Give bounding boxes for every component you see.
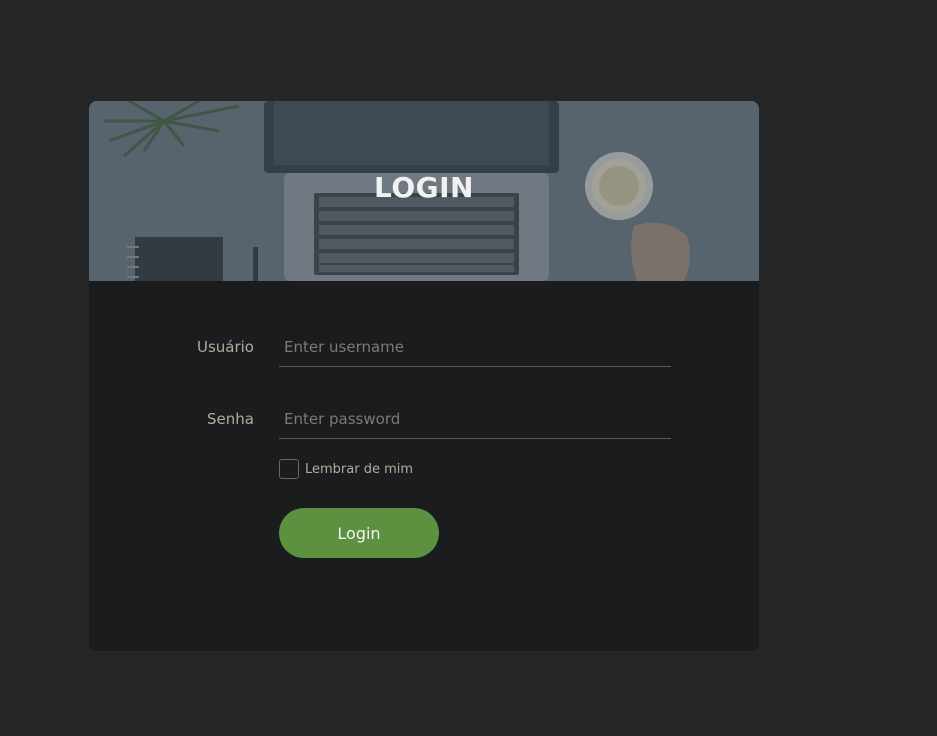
page-title: LOGIN: [374, 171, 474, 204]
remember-me-label[interactable]: Lembrar de mim: [305, 462, 413, 477]
username-label: Usuário: [196, 338, 254, 356]
login-card: LOGIN Usuário Senha Lembrar de mim Login: [89, 101, 759, 651]
password-input[interactable]: [279, 399, 671, 439]
login-button[interactable]: Login: [279, 508, 439, 558]
header-banner-image: LOGIN: [89, 101, 759, 281]
username-input[interactable]: [279, 327, 671, 367]
remember-me-row: Lembrar de mim: [279, 459, 413, 479]
remember-me-checkbox[interactable]: [279, 459, 299, 479]
password-label: Senha: [207, 410, 254, 428]
login-form: Usuário Senha Lembrar de mim Login: [89, 281, 759, 651]
